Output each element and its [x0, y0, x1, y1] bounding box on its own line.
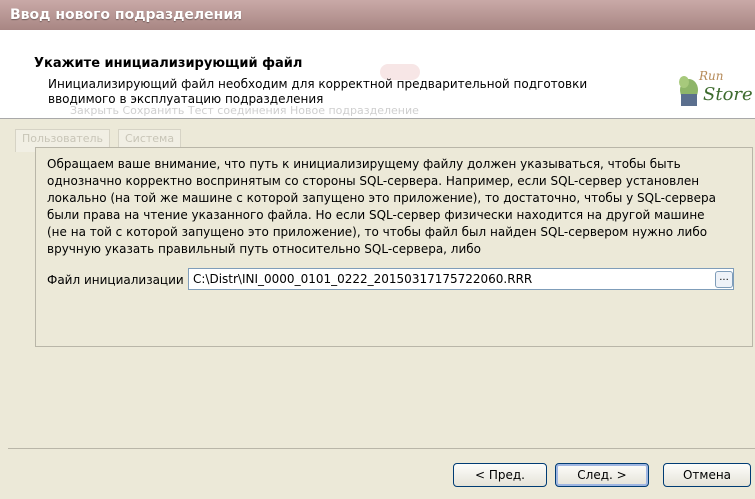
browse-button[interactable]: ... — [715, 271, 733, 288]
window-title: Ввод нового подразделения — [10, 7, 243, 23]
info-text: Обращаем ваше внимание, что путь к иници… — [47, 157, 716, 256]
cancel-button[interactable]: Отмена — [663, 463, 751, 487]
wizard-header: Закрыть Сохранить Тест соединения Новое … — [0, 30, 755, 119]
footer-divider — [8, 448, 755, 449]
svg-text:Run: Run — [698, 69, 724, 83]
file-label: Файл инициализации — [47, 273, 184, 287]
header-title: Укажите инициализирующий файл — [34, 56, 303, 71]
init-file-value: C:\Distr\INI_0000_0101_0222_201503171757… — [193, 272, 533, 286]
prev-button[interactable]: < Пред. — [453, 463, 547, 487]
next-button[interactable]: След. > — [555, 463, 649, 487]
title-bar: Ввод нового подразделения — [0, 0, 755, 30]
init-file-input[interactable]: C:\Distr\INI_0000_0101_0222_201503171757… — [188, 268, 734, 290]
header-description: Инициализирующий файл необходим для корр… — [48, 77, 588, 106]
store-logo-icon: Run Store — [679, 69, 753, 106]
logo-text: Store — [703, 84, 753, 105]
